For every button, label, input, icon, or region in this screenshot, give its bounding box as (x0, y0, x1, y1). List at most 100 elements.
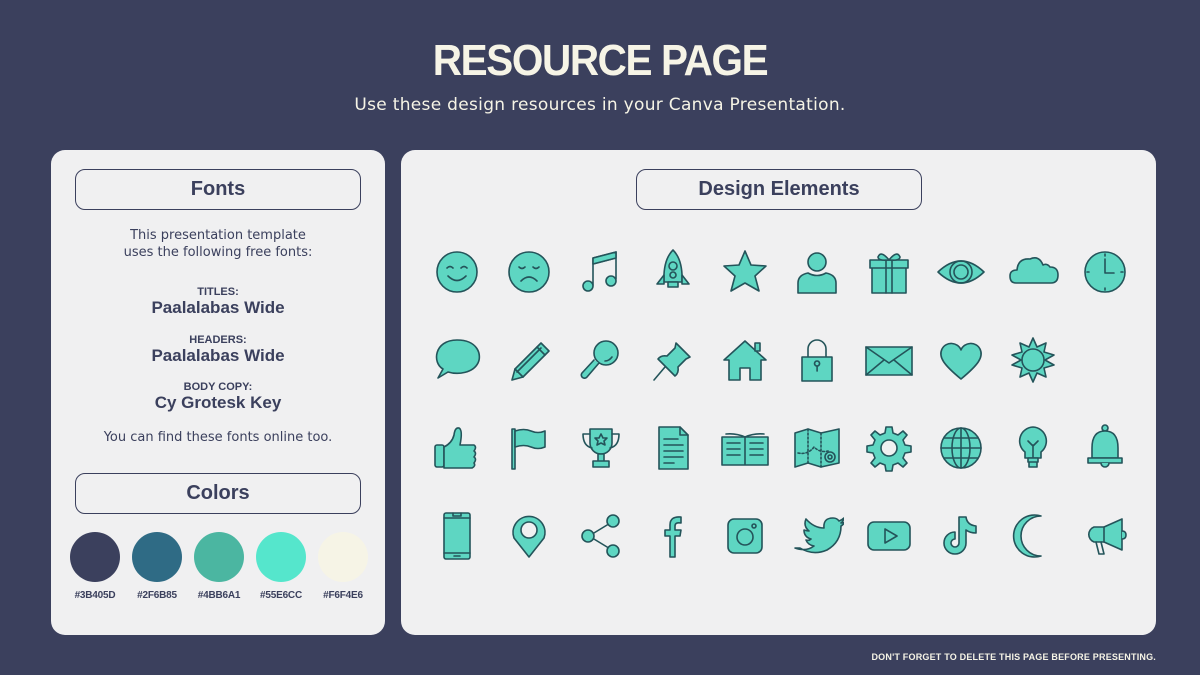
fonts-heading: Fonts (75, 169, 361, 210)
design-elements-panel: Design Elements (401, 150, 1156, 635)
font-entry-name: Paalalabas Wide (151, 346, 285, 365)
icon-grid (421, 228, 1141, 580)
design-elements-heading: Design Elements (636, 169, 922, 210)
instagram-icon (709, 492, 781, 580)
cloud-icon (997, 228, 1069, 316)
font-entry-name: Cy Grotesk Key (154, 393, 282, 412)
color-swatches: #3B405D #2F6B85 #4BB6A1 #55E6CC #F6F4E6 (64, 532, 374, 601)
envelope-icon (853, 316, 925, 404)
trophy-icon-graphic (582, 428, 620, 468)
map-icon-graphic (794, 428, 840, 468)
pushpin-icon (637, 316, 709, 404)
padlock-icon (781, 316, 853, 404)
gear-icon (853, 404, 925, 492)
smartphone-icon-graphic (443, 512, 471, 560)
youtube-icon-graphic (867, 521, 911, 551)
font-entry-body: BODY COPY: Cy Grotesk Key (51, 381, 385, 413)
smile-face-icon-graphic (436, 251, 478, 293)
document-icon (637, 404, 709, 492)
footer-note: DON'T FORGET TO DELETE THIS PAGE BEFORE … (871, 652, 1156, 662)
crescent-moon-icon (997, 492, 1069, 580)
padlock-icon-graphic (801, 339, 833, 382)
pencil-icon (493, 316, 565, 404)
fonts-intro-line-2: uses the following free fonts: (123, 245, 313, 260)
page-title: RESOURCE PAGE (432, 36, 769, 85)
document-icon-graphic (658, 426, 689, 470)
color-swatch: #3B405D (64, 532, 126, 601)
megaphone-icon (1069, 492, 1141, 580)
color-swatch: #2F6B85 (126, 532, 188, 601)
tiktok-icon-graphic (943, 516, 977, 555)
smile-face-icon (421, 228, 493, 316)
thumbs-up-icon-graphic (434, 427, 477, 469)
swatch-dot (194, 532, 244, 582)
pencil-icon-graphic (511, 342, 550, 381)
gift-icon (853, 228, 925, 316)
eye-icon (925, 228, 997, 316)
color-swatch: #F6F4E6 (312, 532, 374, 601)
color-swatch: #55E6CC (250, 532, 312, 601)
gift-icon-graphic (869, 253, 909, 294)
font-entry-name: Paalalabas Wide (151, 298, 285, 317)
lightbulb-icon-graphic (1018, 426, 1048, 468)
smartphone-icon (421, 492, 493, 580)
pushpin-icon-graphic (653, 342, 691, 381)
bell-icon-graphic (1087, 424, 1123, 468)
star-icon-graphic (723, 250, 767, 292)
sun-icon (997, 316, 1069, 404)
sad-face-icon (493, 228, 565, 316)
swatch-hex: #55E6CC (260, 590, 302, 601)
facebook-icon-graphic (664, 516, 682, 558)
colors-heading: Colors (75, 473, 361, 514)
clock-icon-graphic (1084, 251, 1126, 293)
music-note-icon (565, 228, 637, 316)
page-subtitle: Use these design resources in your Canva… (354, 95, 846, 115)
clock-icon (1069, 228, 1141, 316)
crescent-moon-icon-graphic (1012, 514, 1042, 558)
fonts-outro: You can find these fonts online too. (103, 430, 333, 445)
magnifier-icon-graphic (580, 340, 619, 379)
heart-icon-graphic (940, 342, 982, 380)
gear-icon-graphic (866, 426, 912, 472)
flag-icon (493, 404, 565, 492)
swatch-dot (256, 532, 306, 582)
swatch-hex: #F6F4E6 (323, 590, 363, 601)
envelope-icon-graphic (865, 346, 913, 376)
rocket-icon-graphic (656, 249, 690, 288)
star-icon (709, 228, 781, 316)
font-entry-label: BODY COPY: (183, 381, 253, 393)
magnifier-icon (565, 316, 637, 404)
color-swatch: #4BB6A1 (188, 532, 250, 601)
music-note-icon-graphic (582, 251, 617, 292)
bell-icon (1069, 404, 1141, 492)
font-entry-titles: TITLES: Paalalabas Wide (51, 286, 385, 318)
sun-icon-graphic (1011, 337, 1055, 383)
trophy-icon (565, 404, 637, 492)
share-icon (565, 492, 637, 580)
fonts-intro-line-1: This presentation template (130, 228, 306, 243)
swatch-hex: #2F6B85 (137, 590, 177, 601)
swatch-dot (132, 532, 182, 582)
twitter-icon-graphic (794, 517, 844, 554)
tiktok-icon (925, 492, 997, 580)
cloud-icon-graphic (1009, 257, 1059, 284)
instagram-icon-graphic (727, 518, 763, 554)
sad-face-icon-graphic (508, 251, 550, 293)
user-icon (781, 228, 853, 316)
flag-icon-graphic (511, 428, 546, 470)
twitter-icon (781, 492, 853, 580)
lightbulb-icon (997, 404, 1069, 492)
open-book-icon-graphic (721, 433, 769, 466)
eye-icon-graphic (937, 260, 985, 284)
rocket-icon (637, 228, 709, 316)
user-icon-graphic (797, 252, 837, 294)
megaphone-icon-graphic (1088, 518, 1127, 555)
speech-bubble-icon-graphic (435, 339, 481, 379)
speech-bubble-icon (421, 316, 493, 404)
facebook-icon (637, 492, 709, 580)
font-entry-label: HEADERS: (189, 334, 247, 346)
swatch-hex: #3B405D (74, 590, 116, 601)
swatch-hex: #4BB6A1 (197, 590, 241, 601)
house-icon (709, 316, 781, 404)
thumbs-up-icon (421, 404, 493, 492)
